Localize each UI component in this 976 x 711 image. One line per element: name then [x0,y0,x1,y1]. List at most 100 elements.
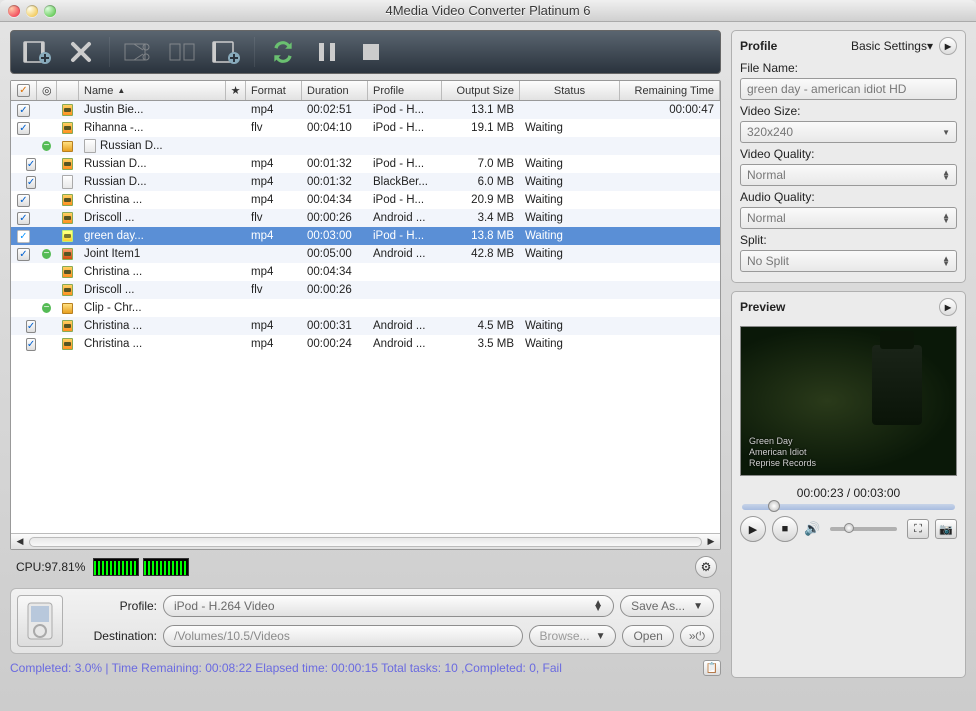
header-type-icon[interactable] [57,81,79,100]
cpu-label: CPU:97.81% [16,560,85,574]
row-checkbox[interactable]: ✓ [11,212,37,225]
row-checkbox[interactable]: ✓ [11,338,37,351]
table-row[interactable]: −Clip - Chr... [11,299,720,317]
split-select[interactable]: No Split▲▼ [740,250,957,272]
header-star[interactable]: ★ [226,81,246,100]
clip-button[interactable] [118,34,158,70]
save-as-button[interactable]: Save As...▼ [620,595,714,617]
stop-preview-button[interactable]: ■ [772,516,798,542]
play-button[interactable]: ▶ [740,516,766,542]
header-check[interactable]: ✓ [11,81,37,100]
row-type-icon [57,230,79,242]
row-duration: 00:04:34 [302,266,368,278]
profile-select[interactable]: iPod - H.264 Video ▲▼ [163,595,614,617]
add-file-button[interactable] [17,34,57,70]
header-state-icon[interactable]: ◎ [37,81,57,100]
expand-toggle[interactable]: − [37,303,57,313]
row-type-icon [57,248,79,260]
table-row[interactable]: ✓Christina ...mp400:04:34iPod - H...20.9… [11,191,720,209]
status-bar: Completed: 3.0% | Time Remaining: 00:08:… [10,658,721,678]
row-name: Driscoll ... [79,212,226,224]
row-name: green day... [79,230,226,242]
open-button[interactable]: Open [622,625,673,647]
header-name[interactable]: Name▲ [79,81,226,100]
preview-title: Preview [740,300,785,314]
advanced-settings-button[interactable]: ▶ [939,37,957,55]
row-name: Russian D... [79,158,226,170]
row-checkbox[interactable]: ✓ [11,194,37,207]
browse-button[interactable]: Browse...▼ [529,625,617,647]
fit-button[interactable]: ⛶ [907,519,929,539]
preview-expand-button[interactable]: ▶ [939,298,957,316]
row-profile: iPod - H... [368,194,442,206]
volume-slider[interactable] [830,527,897,531]
horizontal-scrollbar[interactable]: ◀ ▶ [11,533,720,549]
device-icon [17,595,63,647]
header-output-size[interactable]: Output Size [442,81,520,100]
table-row[interactable]: ✓Driscoll ...flv00:00:26Android ...3.4 M… [11,209,720,227]
merge-button[interactable] [162,34,202,70]
row-format: flv [246,284,302,296]
stop-button[interactable] [351,34,391,70]
row-checkbox[interactable]: ✓ [11,158,37,171]
table-row[interactable]: ✓−Joint Item100:05:00Android ...42.8 MBW… [11,245,720,263]
convert-button[interactable] [263,34,303,70]
video-size-label: Video Size: [740,104,957,118]
table-row[interactable]: ✓Russian D...mp400:01:32BlackBer...6.0 M… [11,173,720,191]
remove-button[interactable] [61,34,101,70]
row-type-icon [57,338,79,350]
row-checkbox[interactable]: ✓ [11,248,37,261]
preview-time: 00:00:23 / 00:03:00 [740,486,957,500]
pause-button[interactable] [307,34,347,70]
scroll-left-icon[interactable]: ◀ [13,535,27,549]
basic-settings-link[interactable]: Basic Settings▾ [851,39,933,53]
table-row[interactable]: ✓Rihanna -...flv00:04:10iPod - H...19.1 … [11,119,720,137]
table-row[interactable]: Christina ...mp400:04:34 [11,263,720,281]
header-remaining[interactable]: Remaining Time [620,81,720,100]
row-profile: Android ... [368,248,442,260]
row-checkbox[interactable]: ✓ [11,176,37,189]
row-name: Driscoll ... [79,284,226,296]
header-status[interactable]: Status [520,81,620,100]
seek-slider[interactable] [742,504,955,510]
table-row[interactable]: −Russian D... [11,137,720,155]
scroll-right-icon[interactable]: ▶ [704,535,718,549]
row-output-size: 13.1 MB [442,104,520,116]
table-row[interactable]: ✓Russian D...mp400:01:32iPod - H...7.0 M… [11,155,720,173]
profile-label: Profile: [71,599,157,613]
add-profile-button[interactable] [206,34,246,70]
row-status: Waiting [520,230,620,242]
row-checkbox[interactable]: ✓ [11,320,37,333]
snapshot-button[interactable]: 📷 [935,519,957,539]
cpu-settings-button[interactable]: ⚙ [695,556,717,578]
row-checkbox[interactable]: ✓ [11,122,37,135]
row-profile: iPod - H... [368,230,442,242]
table-row[interactable]: Driscoll ...flv00:00:26 [11,281,720,299]
expand-toggle[interactable]: − [37,141,57,151]
header-duration[interactable]: Duration [302,81,368,100]
table-row[interactable]: ✓Christina ...mp400:00:31Android ...4.5 … [11,317,720,335]
row-type-icon [57,266,79,278]
post-action-button[interactable]: »⏻ [680,625,714,647]
row-status: Waiting [520,176,620,188]
header-format[interactable]: Format [246,81,302,100]
audio-quality-select[interactable]: Normal▲▼ [740,207,957,229]
log-button[interactable]: 📋 [703,660,721,676]
output-settings: Profile: iPod - H.264 Video ▲▼ Save As..… [10,588,721,654]
table-row[interactable]: ✓Justin Bie...mp400:02:51iPod - H...13.1… [11,101,720,119]
row-checkbox[interactable]: ✓ [11,104,37,117]
destination-field[interactable]: /Volumes/10.5/Videos [163,625,523,647]
table-row[interactable]: ✓Christina ...mp400:00:24Android ...3.5 … [11,335,720,353]
table-row[interactable]: ✓green day...mp400:03:00iPod - H...13.8 … [11,227,720,245]
file-name-input[interactable]: green day - american idiot HD [740,78,957,100]
expand-toggle[interactable]: − [37,249,57,259]
header-profile[interactable]: Profile [368,81,442,100]
row-format: mp4 [246,230,302,242]
video-quality-select[interactable]: Normal▲▼ [740,164,957,186]
row-checkbox[interactable]: ✓ [11,230,37,243]
row-type-icon [57,320,79,332]
preview-video[interactable]: Green Day American Idiot Reprise Records [740,326,957,476]
row-status: Waiting [520,320,620,332]
video-size-select[interactable]: 320x240▼ [740,121,957,143]
file-name-label: File Name: [740,61,957,75]
